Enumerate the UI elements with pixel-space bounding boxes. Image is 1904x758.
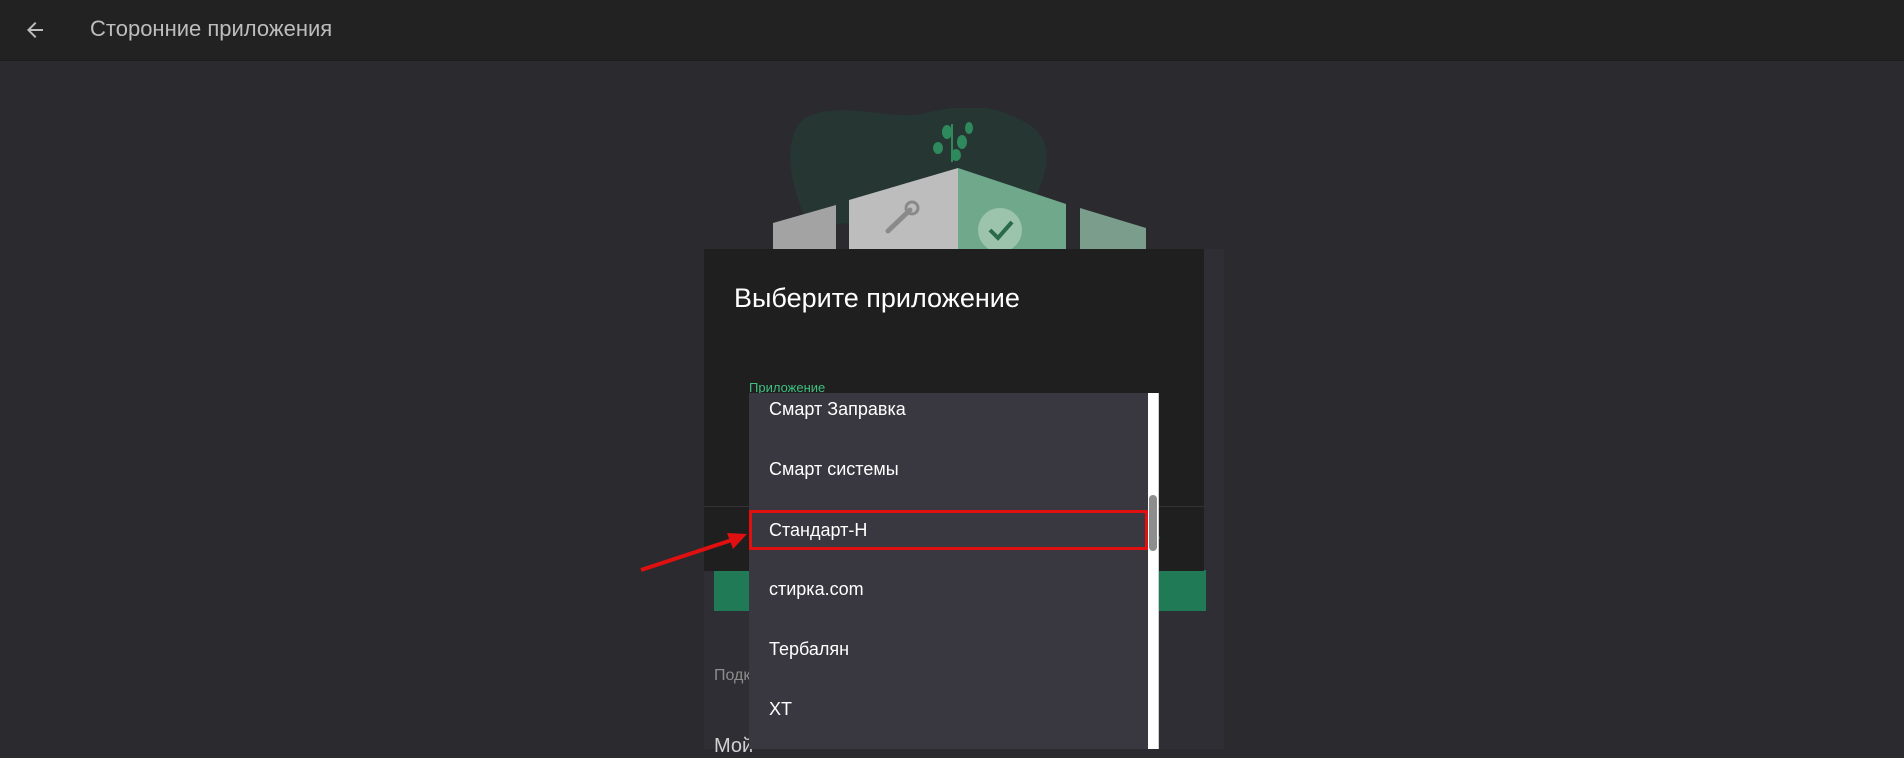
back-button[interactable] bbox=[18, 13, 52, 47]
dialog-title: Выберите приложение bbox=[734, 283, 1020, 313]
list-item[interactable]: Смарт системы bbox=[749, 449, 1148, 489]
arrow-left-icon bbox=[27, 22, 43, 38]
page-title: Сторонние приложения bbox=[90, 16, 333, 41]
background-my-label: Мой bbox=[714, 735, 754, 757]
background-connect-label: Подк bbox=[714, 667, 751, 684]
list-item[interactable]: стирка.com bbox=[749, 569, 1148, 609]
list-item[interactable]: Смарт Заправка bbox=[749, 393, 1148, 429]
app-dropdown-list[interactable]: Смарт Заправка Смарт системы Стандарт-Н … bbox=[749, 393, 1159, 749]
red-arrow-annotation bbox=[640, 533, 747, 572]
list-item-highlighted[interactable]: Стандарт-Н bbox=[749, 510, 1148, 550]
list-item[interactable]: ХТ bbox=[749, 689, 1148, 729]
scrollbar-thumb[interactable] bbox=[1149, 495, 1157, 551]
list-item[interactable]: Тербалян bbox=[749, 629, 1148, 669]
dropdown-scrollbar[interactable] bbox=[1148, 393, 1158, 749]
top-app-bar: Сторонние приложения bbox=[0, 0, 1904, 61]
apps-box-illustration bbox=[773, 108, 1146, 253]
